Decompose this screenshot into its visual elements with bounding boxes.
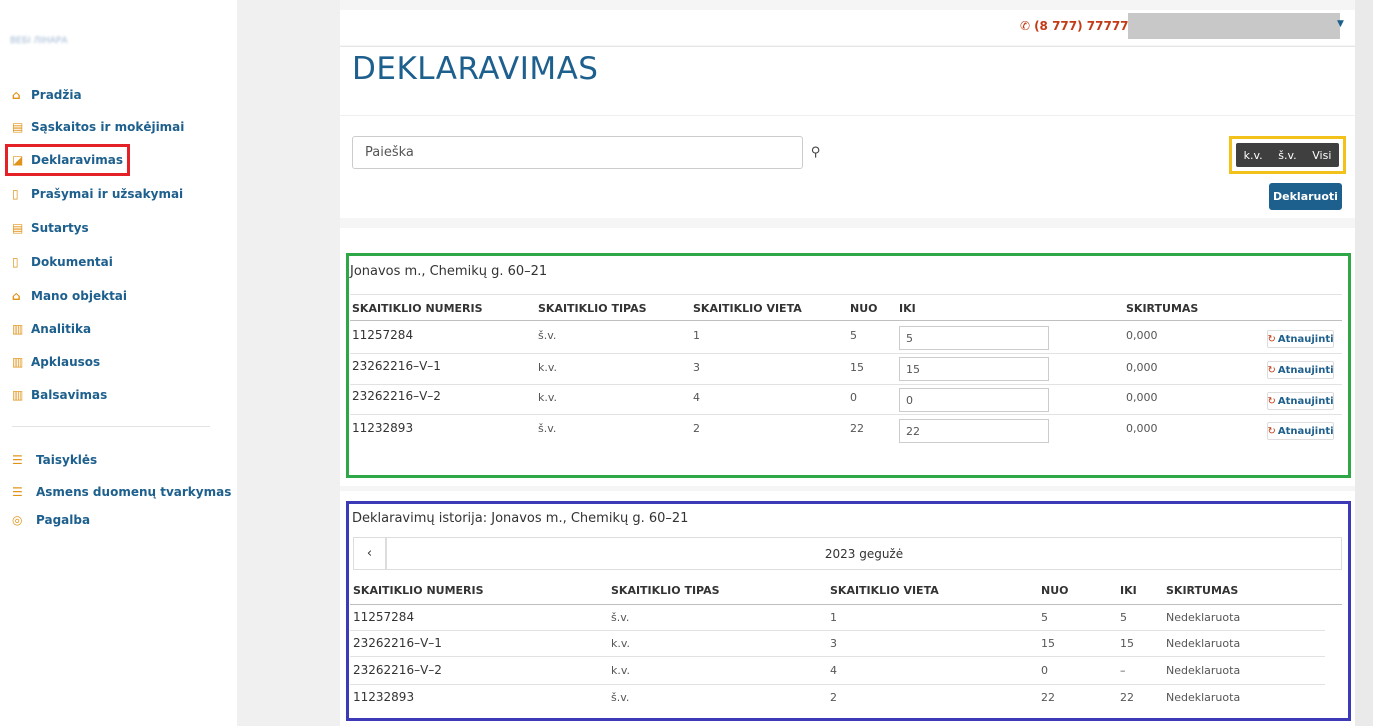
history-highlight bbox=[346, 501, 1351, 721]
title-divider bbox=[340, 115, 1355, 116]
home-icon: ⌂ bbox=[12, 88, 21, 102]
page-title: DEKLARAVIMAS bbox=[352, 51, 599, 87]
phone-icon: ✆ bbox=[1020, 19, 1031, 33]
sidebar: ВЕБІ ЛІНАРА ⌂ Pradžia ▤ Sąskaitos ir mokėj… bbox=[0, 0, 237, 726]
filter-kv-button[interactable]: k.v. bbox=[1236, 143, 1270, 167]
sidebar-item-prasymai[interactable]: ▯ Prašymai ir užsakymai bbox=[12, 184, 183, 204]
list-icon: ☰ bbox=[12, 485, 23, 499]
filter-all-button[interactable]: Visi bbox=[1305, 143, 1339, 167]
sidebar-item-pagalba[interactable]: ◎ Pagalba bbox=[12, 510, 90, 530]
active-item-highlight bbox=[5, 144, 130, 176]
topbar: ✆ (8 777) 77777 ▼ bbox=[340, 10, 1355, 45]
chevron-down-icon[interactable]: ▼ bbox=[1337, 19, 1344, 29]
header-panel: DEKLARAVIMAS ⚲ k.v. š.v. Visi Deklaruoti bbox=[340, 46, 1355, 218]
invoice-icon: ▤ bbox=[12, 120, 24, 134]
search-icon[interactable]: ⚲ bbox=[811, 145, 821, 160]
contract-icon: ▤ bbox=[12, 221, 24, 235]
sidebar-item-balsavimas[interactable]: ▥ Balsavimas bbox=[12, 385, 107, 405]
meters-highlight bbox=[346, 253, 1351, 478]
gutter bbox=[237, 0, 340, 726]
vote-icon: ▥ bbox=[12, 388, 24, 402]
list-icon: ☰ bbox=[12, 453, 23, 467]
scroll-track bbox=[1355, 0, 1373, 726]
meter-type-filter: k.v. š.v. Visi bbox=[1236, 143, 1339, 167]
phone-contact[interactable]: ✆ (8 777) 77777 bbox=[1020, 19, 1129, 33]
filter-highlight: k.v. š.v. Visi bbox=[1229, 136, 1346, 174]
filter-sv-button[interactable]: š.v. bbox=[1270, 143, 1304, 167]
chart-icon: ▥ bbox=[12, 322, 24, 336]
declare-button[interactable]: Deklaruoti bbox=[1269, 183, 1342, 210]
survey-icon: ▥ bbox=[12, 355, 24, 369]
sidebar-item-apklausos[interactable]: ▥ Apklausos bbox=[12, 352, 100, 372]
sidebar-item-mano-objektai[interactable]: ⌂ Mano objektai bbox=[12, 286, 127, 306]
user-menu[interactable] bbox=[1128, 13, 1340, 39]
sidebar-item-saskaitos[interactable]: ▤ Sąskaitos ir mokėjimai bbox=[12, 117, 184, 137]
sidebar-item-taisykles[interactable]: ☰ Taisyklės bbox=[12, 450, 97, 470]
brand-logo: ВЕБІ ЛІНАРА bbox=[10, 36, 68, 46]
sidebar-item-dokumentai[interactable]: ▯ Dokumentai bbox=[12, 252, 113, 272]
file-icon: ▯ bbox=[12, 187, 19, 201]
lifebuoy-icon: ◎ bbox=[12, 513, 23, 527]
document-icon: ▯ bbox=[12, 255, 19, 269]
search-input[interactable] bbox=[352, 136, 803, 169]
sidebar-item-pradzia[interactable]: ⌂ Pradžia bbox=[12, 85, 82, 105]
sidebar-item-sutartys[interactable]: ▤ Sutartys bbox=[12, 218, 89, 238]
home-icon: ⌂ bbox=[12, 289, 21, 303]
sidebar-divider bbox=[12, 426, 210, 427]
sidebar-item-analitika[interactable]: ▥ Analitika bbox=[12, 319, 91, 339]
sidebar-item-asmens-duomenu[interactable]: ☰ Asmens duomenų tvarkymas bbox=[12, 482, 231, 502]
